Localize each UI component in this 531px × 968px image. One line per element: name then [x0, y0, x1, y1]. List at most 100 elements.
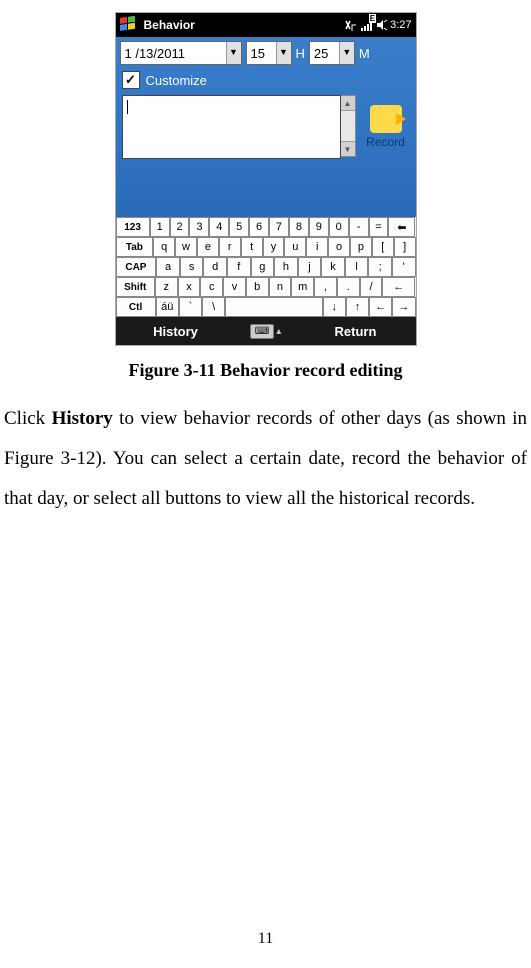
- kb-key[interactable]: z: [155, 277, 178, 297]
- kb-key[interactable]: d: [203, 257, 227, 277]
- kb-arrow-left[interactable]: ←: [369, 297, 392, 317]
- kb-space[interactable]: [225, 297, 322, 317]
- app-body: 1 /13/2011 ▼ 15 ▼ H 25 ▼ M ✓ Customize: [116, 37, 416, 217]
- customize-row: ✓ Customize: [116, 69, 416, 95]
- device-screenshot: Behavior E 3:27: [115, 12, 417, 346]
- return-softkey[interactable]: Return: [296, 324, 416, 339]
- kb-key[interactable]: 6: [249, 217, 269, 237]
- kb-arrow-right[interactable]: →: [392, 297, 415, 317]
- kb-key[interactable]: /: [360, 277, 383, 297]
- kb-key[interactable]: l: [345, 257, 369, 277]
- kb-key[interactable]: m: [291, 277, 314, 297]
- status-bar: Behavior E 3:27: [116, 13, 416, 37]
- kb-key[interactable]: ': [392, 257, 416, 277]
- signal-icon[interactable]: E: [360, 18, 374, 32]
- kb-key[interactable]: 9: [309, 217, 329, 237]
- date-time-row: 1 /13/2011 ▼ 15 ▼ H 25 ▼ M: [116, 37, 416, 69]
- clock[interactable]: 3:27: [390, 19, 411, 31]
- kb-key[interactable]: h: [274, 257, 298, 277]
- kb-key[interactable]: j: [298, 257, 322, 277]
- kb-enter[interactable]: ←: [382, 277, 415, 297]
- kb-caps[interactable]: CAP: [116, 257, 157, 277]
- customize-label: Customize: [146, 73, 207, 88]
- kb-arrow-up[interactable]: ↑: [346, 297, 369, 317]
- kb-key[interactable]: p: [350, 237, 372, 257]
- customize-checkbox[interactable]: ✓: [122, 71, 140, 89]
- windows-start-icon[interactable]: [116, 13, 140, 37]
- connection-icon[interactable]: [344, 19, 358, 31]
- kb-key[interactable]: w: [175, 237, 197, 257]
- kb-key[interactable]: 1: [150, 217, 170, 237]
- kb-tab[interactable]: Tab: [116, 237, 154, 257]
- checkmark-icon: ✓: [125, 72, 136, 88]
- kb-key[interactable]: 3: [189, 217, 209, 237]
- kb-key[interactable]: r: [219, 237, 241, 257]
- note-row: ▲ ▼ Record: [116, 95, 416, 165]
- kb-key[interactable]: `: [179, 297, 202, 317]
- kb-arrow-down[interactable]: ↓: [323, 297, 346, 317]
- kb-key[interactable]: i: [306, 237, 328, 257]
- softkey-bar: History ⌨ ▴ Return: [116, 317, 416, 345]
- hour-picker[interactable]: 15 ▼: [246, 41, 292, 65]
- scroll-up-button[interactable]: ▲: [341, 96, 355, 111]
- record-button[interactable]: Record: [362, 95, 410, 159]
- kb-key[interactable]: a: [156, 257, 180, 277]
- kb-mode-123[interactable]: 123: [116, 217, 150, 237]
- kb-key[interactable]: c: [200, 277, 223, 297]
- chevron-up-icon: ▴: [276, 326, 281, 337]
- kb-key[interactable]: ]: [394, 237, 416, 257]
- kb-key[interactable]: o: [328, 237, 350, 257]
- kb-key[interactable]: e: [197, 237, 219, 257]
- dropdown-arrow-icon: ▼: [226, 42, 241, 64]
- kb-key[interactable]: f: [227, 257, 251, 277]
- record-arrow-icon: [370, 105, 402, 133]
- keyboard-icon: ⌨: [250, 324, 274, 339]
- page-number: 11: [0, 930, 531, 948]
- kb-key[interactable]: 8: [289, 217, 309, 237]
- hour-label: H: [296, 46, 305, 61]
- kb-key[interactable]: \: [202, 297, 225, 317]
- body-paragraph: Click History to view behavior records o…: [2, 399, 529, 519]
- scroll-down-button[interactable]: ▼: [341, 141, 355, 156]
- kb-key[interactable]: y: [263, 237, 285, 257]
- kb-key[interactable]: n: [269, 277, 292, 297]
- behavior-textarea[interactable]: [122, 95, 341, 159]
- kb-key[interactable]: 7: [269, 217, 289, 237]
- kb-key[interactable]: 0: [329, 217, 349, 237]
- kb-key[interactable]: ;: [368, 257, 392, 277]
- minute-picker[interactable]: 25 ▼: [309, 41, 355, 65]
- text-cursor: [127, 100, 128, 114]
- kb-key[interactable]: x: [178, 277, 201, 297]
- kb-key[interactable]: q: [153, 237, 175, 257]
- kb-key[interactable]: u: [284, 237, 306, 257]
- history-softkey[interactable]: History: [116, 324, 236, 339]
- kb-accents[interactable]: áü: [156, 297, 179, 317]
- kb-shift[interactable]: Shift: [116, 277, 155, 297]
- dropdown-arrow-icon: ▼: [276, 42, 291, 64]
- kb-key[interactable]: v: [223, 277, 246, 297]
- kb-backspace[interactable]: ⬅: [388, 217, 415, 237]
- kb-key[interactable]: b: [246, 277, 269, 297]
- kb-key[interactable]: =: [369, 217, 389, 237]
- date-picker[interactable]: 1 /13/2011 ▼: [120, 41, 242, 65]
- kb-key[interactable]: 2: [170, 217, 190, 237]
- body-bold: History: [52, 408, 113, 429]
- kb-ctrl[interactable]: Ctl: [116, 297, 156, 317]
- kb-key[interactable]: k: [321, 257, 345, 277]
- kb-key[interactable]: [: [372, 237, 394, 257]
- volume-icon[interactable]: [376, 19, 388, 31]
- window-title: Behavior: [140, 18, 345, 32]
- kb-key[interactable]: -: [349, 217, 369, 237]
- kb-key[interactable]: 4: [209, 217, 229, 237]
- kb-key[interactable]: g: [251, 257, 275, 277]
- kb-key[interactable]: .: [337, 277, 360, 297]
- figure-caption: Figure 3-11 Behavior record editing: [2, 360, 529, 381]
- kb-key[interactable]: s: [180, 257, 204, 277]
- kb-key[interactable]: ,: [314, 277, 337, 297]
- system-tray: E 3:27: [344, 18, 415, 32]
- textarea-scrollbar[interactable]: ▲ ▼: [341, 95, 356, 157]
- kb-key[interactable]: 5: [229, 217, 249, 237]
- keyboard-toggle[interactable]: ⌨ ▴: [236, 324, 296, 339]
- kb-key[interactable]: t: [241, 237, 263, 257]
- date-value: 1 /13/2011: [125, 46, 185, 61]
